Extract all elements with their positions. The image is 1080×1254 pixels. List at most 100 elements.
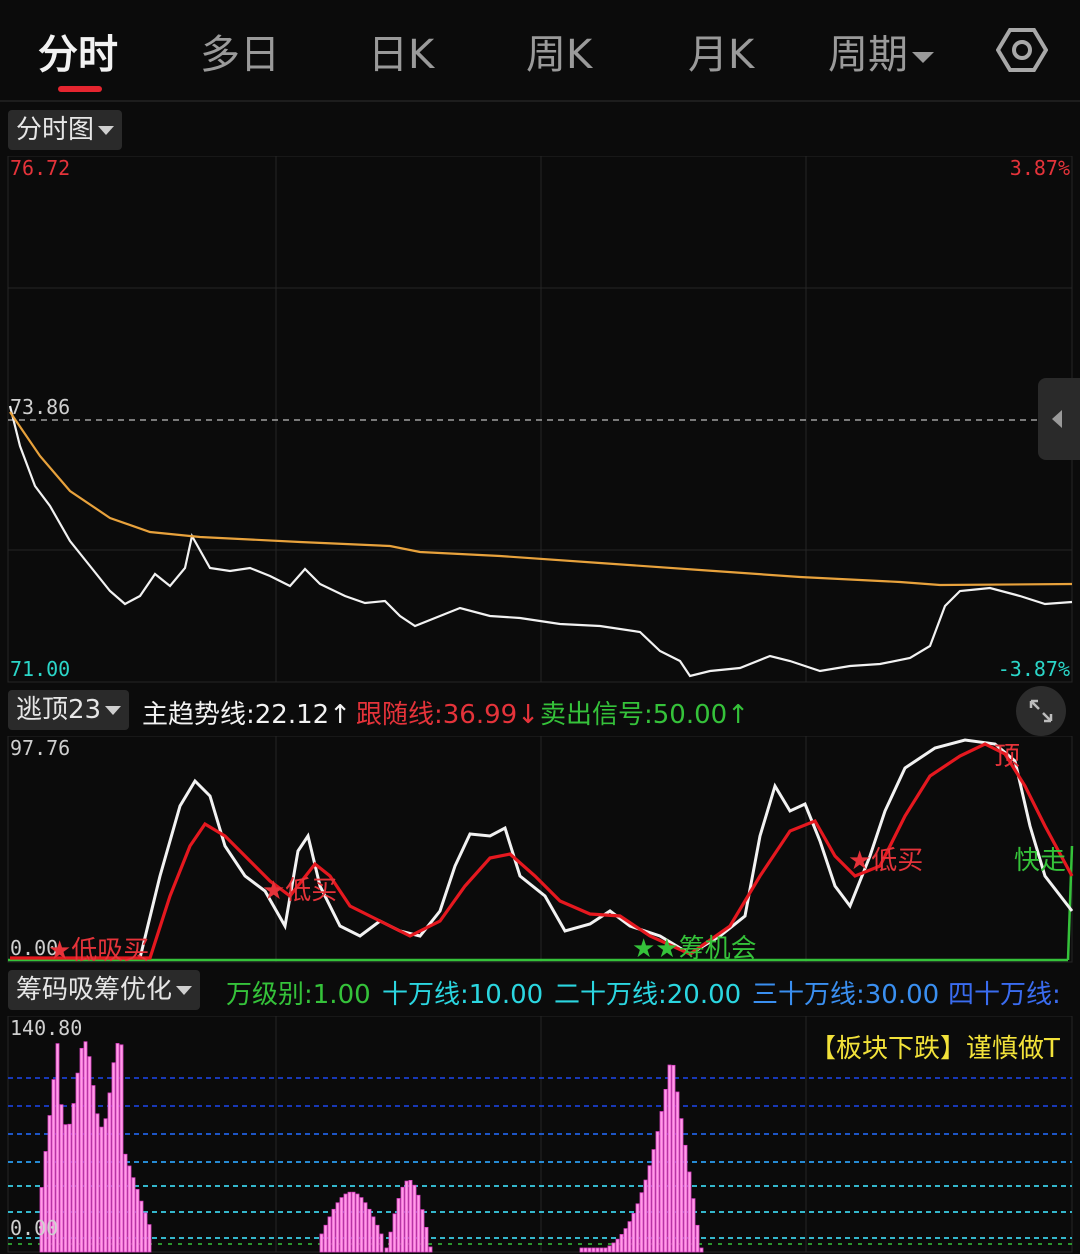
chip-bar [420,1209,425,1253]
chip-bar [115,1043,120,1253]
chip-bar [99,1126,104,1253]
chip-bar [619,1234,624,1253]
chip-bar [107,1092,112,1253]
active-tab-underline [58,86,102,92]
tab-intraday[interactable]: 分时 [38,22,118,80]
chip-bar [392,1213,397,1253]
chip-bar [367,1208,372,1253]
chip-bar [631,1213,636,1253]
chip-bar [615,1238,620,1253]
chart-type-selector[interactable]: 分时图 [8,110,123,150]
chips-selector[interactable]: 筹码吸筹优化 [8,970,201,1010]
chip-bar [595,1247,600,1253]
chip-bar [123,1153,128,1253]
tab-period[interactable]: 周期 [828,22,934,80]
chip-bar [396,1198,401,1253]
hexagon-gear-icon[interactable] [996,24,1048,76]
chevron-left-icon [1052,410,1062,428]
chart-type-label: 分时图 [16,115,95,145]
chip-bar [363,1202,368,1253]
chip-bar [319,1233,324,1253]
chip-bar [371,1216,376,1253]
caret-down-icon [98,126,115,135]
sell-signal-value: 卖出信号:50.00↑ [540,700,749,730]
sell-signal-spike [1066,845,1074,961]
chip-bar [388,1231,393,1253]
sector-warning: 【板块下跌】谨慎做T [810,1034,1060,1064]
line-400k-value: 四十万线: [948,980,1061,1010]
chip-bar [683,1144,688,1253]
chip-bar [135,1189,140,1253]
signal-buy-2: ★低买 [848,846,924,876]
chip-bar [91,1085,96,1253]
chip-bar [95,1113,100,1253]
chip-bar [379,1233,384,1253]
ref-price-label: 73.86 [10,395,71,419]
tabs-divider [0,100,1080,102]
caret-down-icon [176,986,193,995]
chip-bar [327,1216,332,1253]
chip-bar [623,1228,628,1253]
follow-line-value: 跟随线:36.99↓ [356,700,539,730]
chip-bar [643,1179,648,1253]
side-panel-handle[interactable] [1038,378,1080,460]
chip-bar [119,1044,124,1253]
tab-month-k[interactable]: 月K [688,22,754,80]
chips-min-label: 0.00 [10,1216,59,1240]
chip-bar [139,1200,144,1253]
indicator-selector[interactable]: 逃顶23 [8,690,130,730]
chip-bar [355,1193,360,1253]
chip-bar [147,1224,152,1253]
line-300k-value: 三十万线:30.00 [752,980,940,1010]
line-100k-value: 十万线:10.00 [382,980,544,1010]
indicator-max-label: 97.76 [10,736,71,760]
chip-bar [424,1226,429,1253]
main-trend-value: 主趋势线:22.12↑ [142,694,351,731]
chip-bar [691,1198,696,1253]
chip-bar [359,1197,364,1253]
max-price-label: 76.72 [10,156,71,180]
level-value: 万级别:1.00 [226,980,371,1010]
chip-bar [639,1192,644,1253]
chip-bar [343,1193,348,1253]
chip-bar [400,1186,405,1253]
chip-bar [339,1197,344,1253]
min-pct-label: -3.87% [997,657,1070,681]
intraday-price-chart[interactable] [0,156,1080,684]
chip-bar [111,1062,116,1253]
chip-bar [579,1247,584,1253]
chip-bar [416,1194,421,1253]
chip-bar [699,1247,704,1253]
expand-arrows-icon [1029,699,1053,723]
caret-down-icon [912,51,934,63]
chip-bar [587,1247,592,1253]
chip-bar [127,1165,132,1253]
chart-frame [7,156,1073,683]
chip-bar [103,1118,108,1253]
chip-bar [671,1064,676,1253]
chip-bar [63,1124,68,1253]
chip-bar [79,1047,84,1253]
tab-period-label: 周期 [828,32,908,78]
chip-bar [331,1208,336,1253]
min-price-label: 71.00 [10,657,71,681]
chip-bar [591,1247,596,1253]
chip-bar [599,1247,604,1253]
chip-bar [67,1123,72,1253]
tab-multi-day[interactable]: 多日 [200,22,280,80]
chip-bar [71,1103,76,1253]
chip-bar [647,1165,652,1253]
chip-bar [347,1191,352,1253]
tab-week-k[interactable]: 周K [526,22,592,80]
chip-bar [75,1072,80,1253]
chip-bar [428,1246,433,1253]
chip-bar [659,1111,664,1253]
chip-bar [687,1171,692,1253]
chip-bar [607,1245,612,1253]
chip-bar [655,1131,660,1253]
expand-button[interactable] [1016,686,1066,736]
tab-day-k[interactable]: 日K [368,22,434,80]
line-200k-value: 二十万线:20.00 [554,980,742,1010]
chips-selector-label: 筹码吸筹优化 [16,975,173,1005]
chip-bar [59,1104,64,1253]
